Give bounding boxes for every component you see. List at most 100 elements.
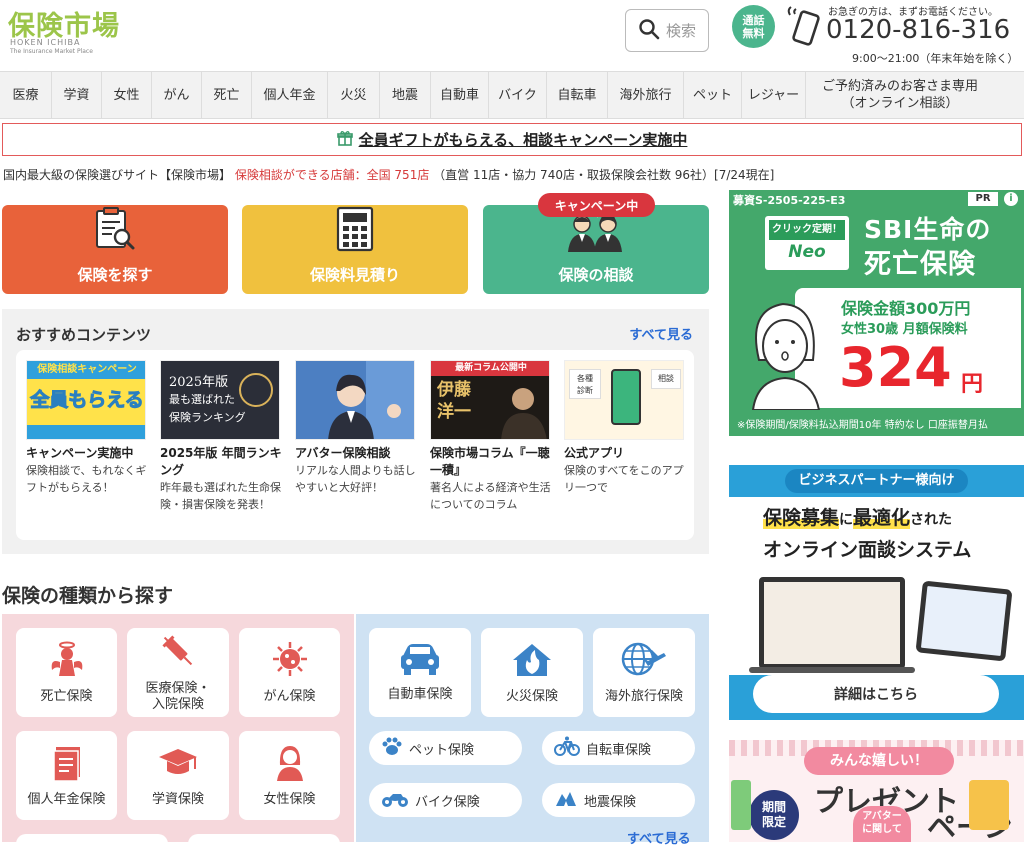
ad2-line1-b: に bbox=[839, 512, 854, 528]
gift-box-icon bbox=[731, 780, 751, 830]
house-fire-icon bbox=[511, 640, 553, 683]
tile-label: 死亡保険 bbox=[40, 689, 93, 704]
consult-button[interactable]: ✦ 保険の相談 bbox=[483, 205, 709, 294]
nav-item-life[interactable]: 死亡 bbox=[202, 72, 252, 118]
types-see-all-link[interactable]: すべて見る bbox=[627, 828, 691, 847]
tile-women-insurance[interactable]: 女性保険 bbox=[239, 731, 340, 820]
paw-icon bbox=[381, 736, 403, 760]
intro-store-count: 保険相談ができる店舗：全国 751店 bbox=[234, 168, 430, 182]
nav-item-earthquake[interactable]: 地震 bbox=[380, 72, 431, 118]
recommended-item-ranking[interactable]: 2025年版 最も選ばれた 保険ランキング 2025年版 年間ランキング 昨年最… bbox=[160, 360, 282, 513]
nav-item-fire[interactable]: 火災 bbox=[328, 72, 380, 118]
pill-label: 自転車保険 bbox=[586, 742, 652, 758]
phone-hours: 9:00〜21:00（年末年始を除く） bbox=[852, 52, 1019, 65]
recommended-item-desc: 保険のすべてをこのアプリ一つで bbox=[564, 464, 684, 494]
recommended-item-campaign[interactable]: 保険相談キャンペーン 全員もらえる キャンペーン実施中 保険相談で、もれなくギフ… bbox=[26, 360, 148, 496]
intro-text: 国内最大級の保険選びサイト【保険市場】 保険相談ができる店舗：全国 751店 （… bbox=[3, 166, 774, 183]
pr-badge: PR bbox=[968, 192, 998, 206]
recommended-item-app[interactable]: 各種 診断 相談 公式アプリ 保険のすべてをこのアプリ一つで bbox=[564, 360, 686, 496]
ad1-amount: 保険金額300万円 bbox=[841, 299, 971, 318]
thumb-app-consult: 相談 bbox=[651, 369, 681, 389]
tile-car-insurance[interactable]: 自動車保険 bbox=[369, 628, 471, 717]
tablet-mockup bbox=[915, 580, 1013, 662]
tile-medical-insurance[interactable]: 医療保険・ 入院保険 bbox=[127, 628, 229, 717]
pill-pet-insurance[interactable]: ペット保険 bbox=[369, 731, 522, 765]
tile-travel-insurance[interactable]: 海外旅行保険 bbox=[593, 628, 695, 717]
pill-bicycle-insurance[interactable]: 自転車保険 bbox=[542, 731, 695, 765]
recommended-item-column[interactable]: 最新コラム公開中 伊藤 洋一 保険市場コラム『一聴一積』 著名人による経済や生活… bbox=[430, 360, 552, 513]
nav-item-pension[interactable]: 個人年金 bbox=[252, 72, 328, 118]
present-campaign-ad[interactable]: みんな嬉しい！ プレゼント ペーン 期間 限定 アバター に関して bbox=[729, 740, 1024, 842]
ad-info-icon[interactable]: i bbox=[1004, 192, 1018, 206]
estimate-button[interactable]: 保険料見積り bbox=[242, 205, 468, 294]
sbi-life-ad[interactable]: 募資S-2505-225-E3 PR i クリック定期！ Neo SBI生命の … bbox=[729, 190, 1024, 436]
recommended-item-desc: 昨年最も選ばれた生命保険・損害保険を発表！ bbox=[160, 481, 281, 511]
campaign-banner-text: 全員ギフトがもらえる、相談キャンペーン実施中 bbox=[358, 131, 688, 149]
campaign-tag: キャンペーン中 bbox=[538, 193, 655, 217]
brand-neo: Neo bbox=[788, 242, 826, 262]
business-partner-ad[interactable]: ビジネスパートナー様向け 保険募集に最適化された オンライン面談システム 詳細は… bbox=[729, 465, 1024, 720]
nav-item-medical[interactable]: 医療 bbox=[0, 72, 52, 118]
app-thumbnail: 各種 診断 相談 bbox=[564, 360, 684, 440]
woman-icon bbox=[271, 743, 309, 786]
tile-fire-insurance[interactable]: 火災保険 bbox=[481, 628, 583, 717]
thumb-campaign-text: 全員もらえる bbox=[30, 389, 144, 412]
tile-label: 海外旅行保険 bbox=[604, 689, 683, 704]
insurance-types-title: 保険の種類から探す bbox=[2, 585, 174, 607]
thumb-column-name: 伊藤 洋一 bbox=[437, 380, 471, 422]
tile-partial bbox=[188, 834, 340, 854]
graduation-cap-icon bbox=[157, 743, 199, 786]
brand-name: クリック定期！ bbox=[769, 220, 845, 240]
tile-label: 女性保険 bbox=[263, 792, 316, 807]
avatar-bubble: アバター に関して bbox=[853, 806, 911, 842]
estimate-label: 保険料見積り bbox=[309, 266, 400, 284]
globe-plane-icon bbox=[620, 640, 668, 683]
recommended-item-avatar[interactable]: アバター保険相談 リアルな人間よりも話しやすいと大好評！ bbox=[295, 360, 417, 496]
ad1-note: ※保険期間/保険料払込期間10年 特約なし 口座振替月払 bbox=[737, 420, 988, 431]
find-insurance-button[interactable]: 保険を探す bbox=[2, 205, 228, 294]
tile-partial bbox=[16, 834, 168, 854]
nav-item-pet[interactable]: ペット bbox=[684, 72, 742, 118]
tile-death-insurance[interactable]: 死亡保険 bbox=[16, 628, 117, 717]
phone-number[interactable]: 0120-816-316 bbox=[826, 15, 1010, 45]
find-insurance-label: 保険を探す bbox=[77, 266, 153, 284]
tile-label: 個人年金保険 bbox=[27, 792, 106, 807]
site-header: 保険市場 HOKEN ICHIBA The Insurance Market P… bbox=[0, 0, 1024, 70]
nav-item-education[interactable]: 学資 bbox=[52, 72, 102, 118]
thumb-campaign-heading: 保険相談キャンペーン bbox=[27, 361, 145, 379]
nav-item-reserved-online[interactable]: ご予約済みのお客さま専用 （オンライン相談） bbox=[806, 72, 994, 118]
campaign-banner[interactable]: 全員ギフトがもらえる、相談キャンペーン実施中 bbox=[2, 123, 1022, 156]
life-insurance-panel: 死亡保険 医療保険・ 入院保険 がん保険 個人年金保険 学資保険 女性保険 bbox=[2, 614, 354, 854]
car-icon bbox=[399, 642, 441, 681]
thumb-app-diagnosis: 各種 診断 bbox=[569, 369, 601, 399]
nav-item-cancer[interactable]: がん bbox=[152, 72, 202, 118]
nav-item-bicycle[interactable]: 自転車 bbox=[547, 72, 608, 118]
earthquake-icon bbox=[554, 788, 578, 812]
ad1-price: 324 bbox=[839, 336, 952, 399]
ad2-content: 保険募集に最適化された オンライン面談システム bbox=[729, 497, 1024, 675]
nav-item-travel[interactable]: 海外旅行 bbox=[608, 72, 684, 118]
recommended-item-title: アバター保険相談 bbox=[295, 446, 391, 460]
nav-item-motorbike[interactable]: バイク bbox=[489, 72, 547, 118]
syringe-icon bbox=[159, 632, 197, 675]
gift-box-icon bbox=[969, 780, 1009, 830]
nav-item-women[interactable]: 女性 bbox=[102, 72, 152, 118]
pill-earthquake-insurance[interactable]: 地震保険 bbox=[542, 783, 695, 817]
pill-motorbike-insurance[interactable]: バイク保険 bbox=[369, 783, 522, 817]
tile-label: 自動車保険 bbox=[387, 687, 453, 702]
nav-item-car[interactable]: 自動車 bbox=[431, 72, 489, 118]
recommended-item-title: 保険市場コラム『一聴一積』 bbox=[430, 446, 550, 477]
tile-education-insurance[interactable]: 学資保険 bbox=[127, 731, 229, 820]
consult-label: 保険の相談 bbox=[558, 266, 634, 284]
ad-code: 募資S-2505-225-E3 bbox=[733, 194, 846, 207]
wave-decoration bbox=[27, 425, 145, 439]
ad2-tag: ビジネスパートナー様向け bbox=[785, 469, 968, 493]
ad2-line1-d: された bbox=[910, 512, 953, 528]
tile-cancer-insurance[interactable]: がん保険 bbox=[239, 628, 340, 717]
nav-item-leisure[interactable]: レジャー bbox=[742, 72, 806, 118]
search-button[interactable]: 検索 bbox=[625, 9, 709, 52]
details-button[interactable]: 詳細はこちら bbox=[753, 675, 999, 713]
tile-label: 医療保険・ 入院保険 bbox=[145, 681, 211, 712]
tile-pension-insurance[interactable]: 個人年金保険 bbox=[16, 731, 117, 820]
recommended-see-all-link[interactable]: すべて見る bbox=[629, 324, 693, 343]
